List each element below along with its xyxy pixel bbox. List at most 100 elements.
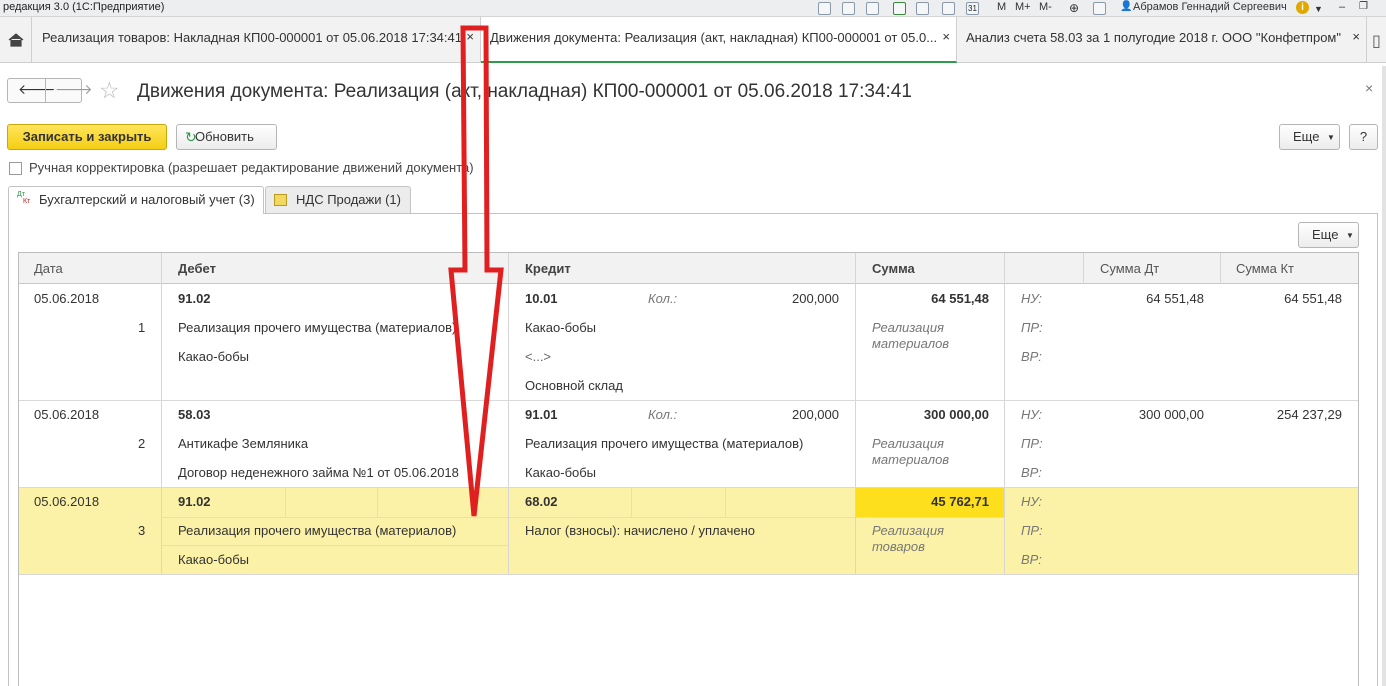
refresh-button[interactable]: ↻ Обновить xyxy=(176,124,277,150)
vertical-scrollbar[interactable] xyxy=(1382,66,1386,686)
row3-vr-label: ВР: xyxy=(1021,552,1042,567)
row1-vr-label: ВР: xyxy=(1021,349,1042,364)
column-date[interactable]: Дата xyxy=(34,261,63,276)
close-icon[interactable]: × xyxy=(466,29,474,44)
column-credit[interactable]: Кредит xyxy=(525,261,571,276)
row3-amount[interactable]: 45 762,71 xyxy=(879,494,989,509)
row2-credit-account[interactable]: 91.01 xyxy=(525,407,558,422)
calendar-icon[interactable]: 31 xyxy=(966,2,979,15)
page-title: Движения документа: Реализация (акт, нак… xyxy=(137,81,912,102)
row1-credit-subconto1[interactable]: Какао-бобы xyxy=(525,320,596,335)
row1-date[interactable]: 05.06.2018 xyxy=(34,291,99,306)
tab-account-analysis[interactable]: Анализ счета 58.03 за 1 полугодие 2018 г… xyxy=(957,17,1367,63)
close-icon[interactable]: × xyxy=(1352,29,1360,44)
row2-sum-dt[interactable]: 300 000,00 xyxy=(1099,407,1204,422)
row3-number[interactable]: 3 xyxy=(138,523,145,538)
grid-more-button[interactable]: Еще ▼ xyxy=(1298,222,1359,248)
row2-amount[interactable]: 300 000,00 xyxy=(879,407,989,422)
movements-table[interactable]: Дата Дебет Кредит Сумма Сумма Дт Сумма К… xyxy=(18,252,1359,686)
attach-icon[interactable] xyxy=(893,2,906,15)
row1-debit-subconto2[interactable]: Какао-бобы xyxy=(178,349,249,364)
memory-minus-button[interactable]: M- xyxy=(1039,1,1052,13)
minimize-icon[interactable]: – xyxy=(1339,1,1345,13)
row2-debit-subconto1[interactable]: Антикафе Земляника xyxy=(178,436,308,451)
row1-number[interactable]: 1 xyxy=(138,320,145,335)
row3-debit-subconto1[interactable]: Реализация прочего имущества (материалов… xyxy=(178,523,456,538)
user-name[interactable]: Абрамов Геннадий Сергеевич xyxy=(1133,1,1287,13)
column-amount[interactable]: Сумма xyxy=(872,261,915,276)
memory-plus-button[interactable]: M+ xyxy=(1015,1,1031,13)
help-button[interactable]: ? xyxy=(1349,124,1378,150)
row3-content[interactable]: Реализация товаров xyxy=(872,523,982,555)
row2-sum-kt[interactable]: 254 237,29 xyxy=(1234,407,1342,422)
row2-credit-subconto2[interactable]: Какао-бобы xyxy=(525,465,596,480)
row1-content[interactable]: Реализация материалов xyxy=(872,320,982,352)
row1-debit-account[interactable]: 91.02 xyxy=(178,291,211,306)
chevron-down-icon: ▼ xyxy=(1346,231,1354,240)
tab-label: Движения документа: Реализация (акт, нак… xyxy=(490,30,938,45)
row1-qty-label: Кол.: xyxy=(648,291,678,306)
document-icon[interactable] xyxy=(916,2,929,15)
row1-sum-dt[interactable]: 64 551,48 xyxy=(1099,291,1204,306)
row2-qty[interactable]: 200,000 xyxy=(739,407,839,422)
zoom-icon[interactable]: ⊕ xyxy=(1069,1,1079,15)
preview-icon[interactable] xyxy=(866,2,879,15)
row1-qty[interactable]: 200,000 xyxy=(739,291,839,306)
tab-label: Анализ счета 58.03 за 1 полугодие 2018 г… xyxy=(966,30,1341,45)
more-button[interactable]: Еще ▼ xyxy=(1279,124,1340,150)
row2-nu-label: НУ: xyxy=(1021,407,1043,422)
tabs-overflow-icon[interactable]: ▯ xyxy=(1372,31,1381,51)
favorite-star-icon[interactable]: ☆ xyxy=(99,79,120,102)
row1-credit-subconto2[interactable]: <...> xyxy=(525,349,551,364)
back-arrow-icon[interactable]: 🡐 xyxy=(18,81,56,98)
row2-credit-subconto1[interactable]: Реализация прочего имущества (материалов… xyxy=(525,436,803,451)
row2-number[interactable]: 2 xyxy=(138,436,145,451)
column-sum-kt[interactable]: Сумма Кт xyxy=(1236,261,1294,276)
close-icon[interactable]: × xyxy=(942,29,950,44)
app-title: редакция 3.0 (1С:Предприятие) xyxy=(3,1,165,13)
save-icon[interactable] xyxy=(818,2,831,15)
row-separator xyxy=(19,400,1358,401)
row2-date[interactable]: 05.06.2018 xyxy=(34,407,99,422)
panel-icon[interactable] xyxy=(1093,2,1106,15)
row2-vr-label: ВР: xyxy=(1021,465,1042,480)
tab-label: НДС Продажи (1) xyxy=(296,192,401,207)
user-icon: 👤 xyxy=(1120,1,1133,12)
home-button[interactable] xyxy=(0,17,32,63)
print-icon[interactable] xyxy=(842,2,855,15)
row2-content[interactable]: Реализация материалов xyxy=(872,436,982,468)
tab-accounting[interactable]: Дт Кт Бухгалтерский и налоговый учет (3) xyxy=(8,186,264,214)
forward-arrow-icon[interactable]: 🡒 xyxy=(55,81,93,98)
column-sum-dt[interactable]: Сумма Дт xyxy=(1100,261,1159,276)
row3-pr-label: ПР: xyxy=(1021,523,1043,538)
column-debit[interactable]: Дебет xyxy=(178,261,216,276)
row3-debit-subconto2[interactable]: Какао-бобы xyxy=(178,552,249,567)
calculator-icon[interactable] xyxy=(942,2,955,15)
refresh-label: Обновить xyxy=(195,129,254,144)
row2-debit-account[interactable]: 58.03 xyxy=(178,407,211,422)
tab-vat-sales[interactable]: НДС Продажи (1) xyxy=(265,186,411,213)
row3-date[interactable]: 05.06.2018 xyxy=(34,494,99,509)
row1-sum-kt[interactable]: 64 551,48 xyxy=(1234,291,1342,306)
manual-correction-checkbox[interactable] xyxy=(9,162,22,175)
home-icon xyxy=(8,33,24,47)
row3-debit-account[interactable]: 91.02 xyxy=(178,494,211,509)
close-icon[interactable]: × xyxy=(1365,80,1373,96)
row3-credit-account[interactable]: 68.02 xyxy=(525,494,558,509)
row1-debit-subconto1[interactable]: Реализация прочего имущества (материалов… xyxy=(178,320,456,335)
row1-credit-subconto3[interactable]: Основной склад xyxy=(525,378,623,393)
row3-credit-subconto1[interactable]: Налог (взносы): начислено / уплачено xyxy=(525,523,755,538)
tab-document-movements[interactable]: Движения документа: Реализация (акт, нак… xyxy=(481,17,957,63)
info-icon[interactable]: i xyxy=(1296,1,1309,14)
more-label: Еще xyxy=(1293,129,1320,144)
chevron-down-icon: ▼ xyxy=(1327,133,1335,142)
tab-sales-invoice[interactable]: Реализация товаров: Накладная КП00-00000… xyxy=(33,17,481,63)
row1-credit-account[interactable]: 10.01 xyxy=(525,291,558,306)
row1-amount[interactable]: 64 551,48 xyxy=(879,291,989,306)
memory-m-button[interactable]: M xyxy=(997,1,1006,13)
save-and-close-button[interactable]: Записать и закрыть xyxy=(7,124,167,150)
row-separator xyxy=(19,574,1358,575)
restore-icon[interactable]: ❐ xyxy=(1359,1,1368,12)
chevron-down-icon[interactable]: ▼ xyxy=(1314,4,1323,14)
row2-debit-subconto2[interactable]: Договор неденежного займа №1 от 05.06.20… xyxy=(178,465,459,480)
